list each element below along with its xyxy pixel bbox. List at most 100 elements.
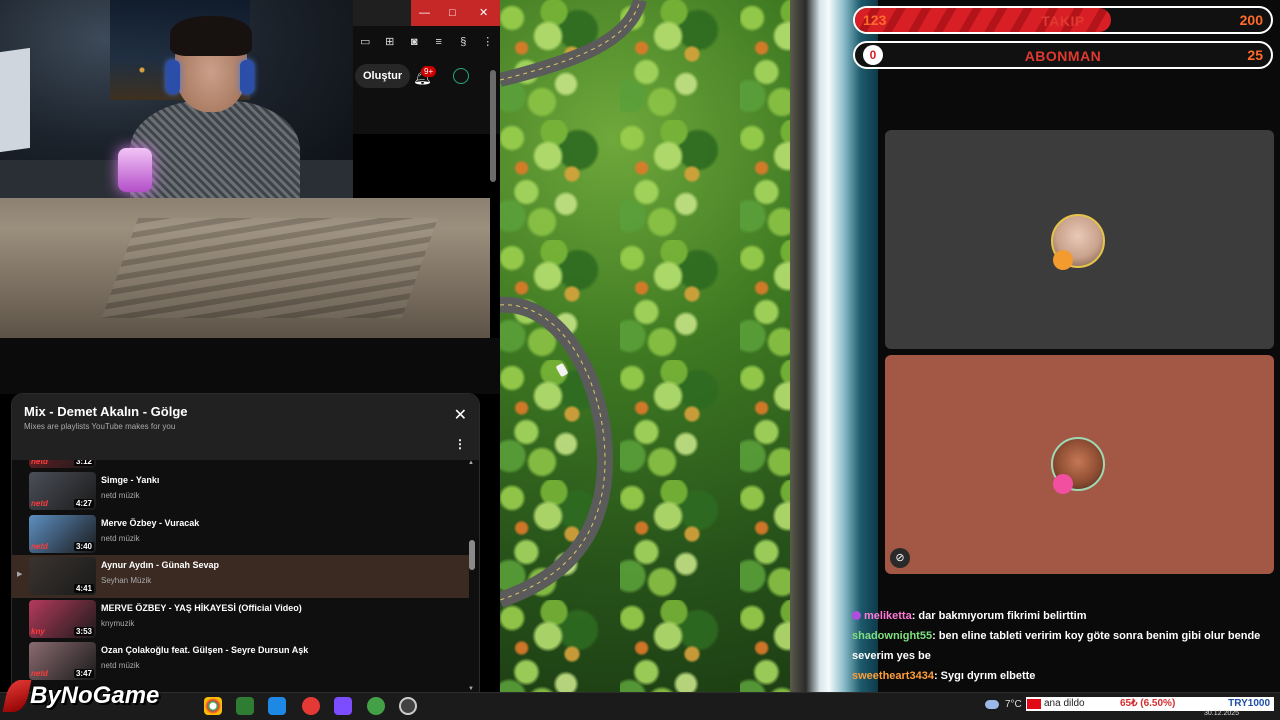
- headset-right: [240, 60, 254, 94]
- chat-username[interactable]: sweetheart3434: [852, 670, 934, 682]
- tab-strip: — □ ✕: [353, 0, 500, 26]
- chat-username[interactable]: shadownight55: [852, 630, 932, 642]
- chat-message: shadownight55: ben eline tableti veririm…: [852, 626, 1280, 666]
- aerial-coast-image: [500, 0, 878, 692]
- video-duration: 3:40: [73, 541, 94, 551]
- follow-goal: 200: [1239, 12, 1263, 28]
- more-vertical-icon[interactable]: ⋮: [454, 438, 466, 450]
- subscriber-label: ABONMAN: [1024, 48, 1102, 64]
- minimize-icon[interactable]: —: [419, 6, 430, 20]
- video-thumbnail[interactable]: netd 3:12: [29, 460, 96, 468]
- page-scrollbar[interactable]: [490, 70, 496, 182]
- playlist-items: netd 3:12 netd 4:27 Simge - Yankı netd müzik n…: [12, 460, 472, 692]
- ticker-price: 65₺ (6.50%): [1120, 698, 1176, 709]
- video-title[interactable]: Aynur Aydın - Günah Sevap: [101, 560, 219, 570]
- video-thumbnail[interactable]: kny 3:53: [29, 599, 96, 638]
- playlist-item[interactable]: netd 3:40 Merve Özbey - Vuracak netd müzik: [12, 513, 470, 556]
- brand-logo: netd: [31, 541, 48, 551]
- video-duration: 4:41: [73, 584, 94, 593]
- pig-sticker-icon: [1053, 474, 1073, 494]
- opera-icon[interactable]: [302, 697, 320, 715]
- brand-logo: netd: [31, 460, 48, 466]
- maximize-icon[interactable]: □: [449, 6, 456, 20]
- obs-icon[interactable]: [399, 697, 417, 715]
- video-duration: 3:53: [73, 626, 94, 636]
- discord-icon[interactable]: [334, 697, 352, 715]
- flag-icon: [1027, 699, 1041, 709]
- user-badge-icon: [852, 611, 861, 620]
- channel-watermark: ByNoGame: [2, 674, 159, 718]
- streamer-body: [130, 100, 300, 198]
- translate-icon[interactable]: ⊞: [383, 35, 397, 49]
- playlist-item[interactable]: ▶ 4:41 Aynur Aydın - Günah Sevap Seyhan Müz…: [12, 555, 470, 598]
- extension-icons: ▭ ⊞ ◙ ≡ § ⋮: [353, 32, 500, 52]
- playlist-icon[interactable]: ≡: [432, 35, 446, 49]
- camera-off-icon[interactable]: ⊘: [890, 548, 910, 568]
- create-button[interactable]: Oluştur: [355, 64, 411, 88]
- menu-icon[interactable]: ⋮: [481, 35, 495, 49]
- taskbar-date: 30.12.2025: [1204, 710, 1240, 717]
- brand-logo: netd: [31, 499, 48, 508]
- teams-icon[interactable]: [268, 697, 286, 715]
- playlist-scrollbar[interactable]: ▲ ▼: [468, 460, 475, 692]
- chrome-icon[interactable]: [204, 697, 222, 715]
- playlist-item[interactable]: netd 4:27 Simge - Yankı netd müzik: [12, 470, 470, 513]
- now-playing-icon: ▶: [17, 571, 23, 578]
- video-title[interactable]: Merve Özbey - Vuracak: [101, 518, 199, 528]
- video-duration: 3:12: [73, 460, 94, 466]
- subscriber-goal-bar: 0 ABONMAN 25: [853, 41, 1273, 69]
- subscriber-goal: 25: [1247, 47, 1263, 63]
- playlist-item[interactable]: netd 3:12: [12, 460, 470, 470]
- cast-icon[interactable]: ▭: [358, 35, 372, 49]
- channel-name[interactable]: netd müzik: [101, 661, 140, 670]
- video-title[interactable]: Simge - Yankı: [101, 475, 159, 485]
- video-duration: 4:27: [73, 499, 94, 508]
- follow-label: TAKIP: [1041, 13, 1085, 29]
- streamer-hair: [170, 16, 252, 56]
- scroll-thumb[interactable]: [469, 540, 475, 570]
- logo-mark-icon: [2, 680, 32, 712]
- cloud-icon: [985, 700, 999, 709]
- ticker-code: TRY1000: [1228, 698, 1270, 709]
- playlist-subtitle: Mixes are playlists YouTube makes for yo…: [24, 422, 176, 431]
- playlist-item[interactable]: kny 3:53 MERVE ÖZBEY - YAŞ HİKAYESİ (Offic…: [12, 598, 470, 641]
- channel-name[interactable]: netd müzik: [101, 534, 140, 543]
- temperature: 7°C: [1005, 699, 1022, 710]
- chrome-profile-icon[interactable]: [367, 697, 385, 715]
- chat-message: sweetheart3434: Sygı dyrım elbette: [852, 666, 1280, 686]
- brand-logo: kny: [31, 626, 45, 636]
- video-player[interactable]: [0, 198, 490, 338]
- monitor: [0, 47, 30, 153]
- extension-icon[interactable]: §: [456, 35, 470, 49]
- ticker-widget: ana dildo 65₺ (6.50%) TRY1000: [1026, 697, 1274, 711]
- screen: — □ ✕ ▭ ⊞ ◙ ≡ § ⋮ Oluştur 🔔︎ 9+ Mix - De…: [0, 0, 1280, 720]
- video-background: [0, 338, 500, 394]
- channel-name[interactable]: knymuzik: [101, 619, 134, 628]
- webcam-feed: [0, 0, 353, 198]
- channel-name[interactable]: Seyhan Müzik: [101, 576, 151, 585]
- chat-username[interactable]: meliketta: [864, 610, 912, 622]
- account-avatar[interactable]: [453, 68, 469, 84]
- store-icon[interactable]: [236, 697, 254, 715]
- video-thumbnail[interactable]: netd 3:40: [29, 514, 96, 553]
- headset-left: [166, 60, 180, 94]
- scroll-up-icon[interactable]: ▲: [468, 460, 474, 466]
- mix-playlist-panel: Mix - Demet Akalın - Gölge Mixes are pla…: [11, 393, 480, 693]
- playlist-title: Mix - Demet Akalın - Gölge: [24, 404, 188, 419]
- chat-message: meliketta: dar bakmıyorum fikrimi belirt…: [852, 606, 1280, 626]
- close-icon[interactable]: ✕: [454, 408, 467, 424]
- channel-name[interactable]: netd müzik: [101, 491, 140, 500]
- video-title[interactable]: Ozan Çolakoğlu feat. Gülşen - Seyre Durs…: [101, 645, 308, 655]
- winding-road: [500, 0, 647, 608]
- video-title[interactable]: MERVE ÖZBEY - YAŞ HİKAYESİ (Official Vid…: [101, 603, 302, 613]
- video-thumbnail[interactable]: netd 4:27: [29, 472, 96, 510]
- screenshot-icon[interactable]: ◙: [407, 35, 421, 49]
- ticker-text: ana dildo: [1044, 698, 1085, 709]
- chat-text: : Sygı dyrım elbette: [933, 670, 1036, 682]
- cat-sticker-icon: [1053, 250, 1073, 270]
- follow-goal-bar: 123 TAKIP 200: [853, 6, 1273, 34]
- notification-badge: 9+: [421, 66, 437, 77]
- window-close-icon[interactable]: ✕: [479, 6, 488, 20]
- video-thumbnail[interactable]: 4:41: [29, 557, 96, 595]
- browser-toolbar: — □ ✕ ▭ ⊞ ◙ ≡ § ⋮ Oluştur 🔔︎ 9+: [353, 0, 500, 134]
